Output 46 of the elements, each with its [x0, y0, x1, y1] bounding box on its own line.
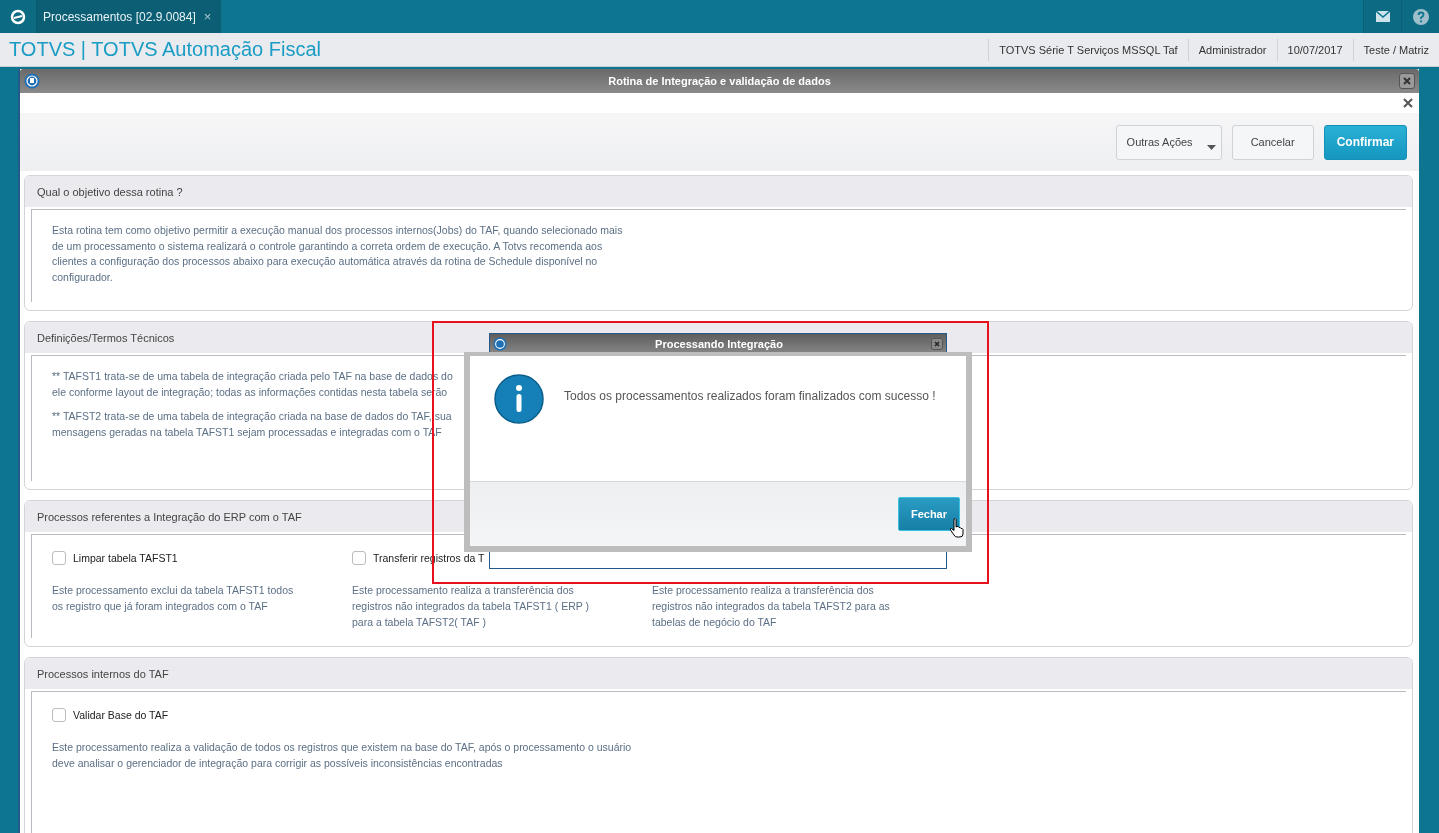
hand-cursor-icon [949, 518, 965, 538]
checkbox[interactable] [352, 551, 366, 565]
paragraph-line: ** TAFST2 trata-se de uma tabela de integração criada na base de dados do TAF, sua [52, 409, 452, 424]
tab-close[interactable]: × [203, 9, 212, 24]
header-info: 10/07/2017 [1276, 38, 1353, 61]
caret-icon [1206, 144, 1216, 150]
checkbox-label[interactable]: Validar Base do TAF [73, 709, 169, 721]
close-icon[interactable] [1403, 98, 1413, 108]
section-title: Processos internos do TAF [37, 667, 169, 680]
logo-icon [10, 8, 26, 25]
app-icon [24, 73, 40, 89]
header-info: TOTVS Série T Serviços MSSQL Taf [988, 38, 1188, 61]
paragraph-line: de um processamento o sistema realizará o controle garantindo a correta ordem de execução. A Totvs recomenda aos [52, 238, 603, 254]
header-info: Teste / Matriz [1352, 38, 1439, 61]
tab[interactable]: Processamentos [02.9.0084] × [37, 0, 222, 33]
process-description: Este processamento exclui da tabela TAFST1 todos os registro que já foram integrados com o TAF [52, 583, 295, 614]
logo-button[interactable] [0, 0, 37, 33]
section-title: Processos referentes a Integração do ERP com o TAF [37, 510, 302, 523]
process-description: Este processamento realiza a transferência dos registros não integrados da tabela TAFST1 ( ERP ) para a tabela TAFST2( TAF ) [352, 583, 590, 630]
paragraph-line: clientes a configuração dos processos abaixo para execução automática através da rotina de Schedule disponível no [52, 254, 598, 269]
close-button[interactable]: Fechar [897, 497, 960, 531]
message-text: Todos os processamentos realizados foram finalizados com sucesso ! [564, 388, 937, 404]
help-icon [1412, 8, 1429, 25]
close-icon[interactable] [931, 337, 943, 350]
close-button[interactable] [1399, 73, 1415, 89]
mail-button[interactable] [1363, 0, 1401, 33]
mail-icon [1375, 11, 1390, 22]
close-icon [1403, 77, 1411, 85]
process-description: Este processamento realiza a validação de todos os registros que existem na base do TAF, após o processamento o usuário deve analisar o gerenciador de integração para corrigir as possíveis inconsistências encontradas [52, 740, 633, 771]
help-button[interactable] [1401, 0, 1439, 33]
app-title: TOTVS | TOTVS Automação Fiscal [9, 38, 321, 61]
info-icon [494, 374, 544, 424]
paragraph-line: configurador. [52, 269, 113, 285]
header-info: Administrador [1187, 38, 1277, 61]
section-title: Qual o objetivo dessa rotina ? [37, 185, 183, 198]
section-title: Definições/Termos Técnicos [37, 331, 175, 344]
progress-window-title: Processando Integração [654, 337, 784, 350]
checkbox-label[interactable]: Limpar tabela TAFST1 [73, 552, 178, 564]
checkbox[interactable] [52, 551, 66, 565]
window-title: Rotina de Integração e validação de dados [607, 75, 832, 87]
process-description: Este processamento realiza a transferência dos registros não integrados da tabela TAFST2 para as tabelas de negócio do TAF [652, 583, 891, 630]
more-actions-button[interactable]: Outras Ações [1115, 124, 1222, 160]
paragraph-line: Esta rotina tem como objetivo permitir a execução manual dos processos internos(Jobs) do TAF, quando selecionado mais [52, 223, 623, 238]
app-icon [493, 336, 507, 351]
checkbox[interactable] [52, 708, 66, 722]
cancel-button[interactable]: Cancelar [1231, 124, 1314, 160]
